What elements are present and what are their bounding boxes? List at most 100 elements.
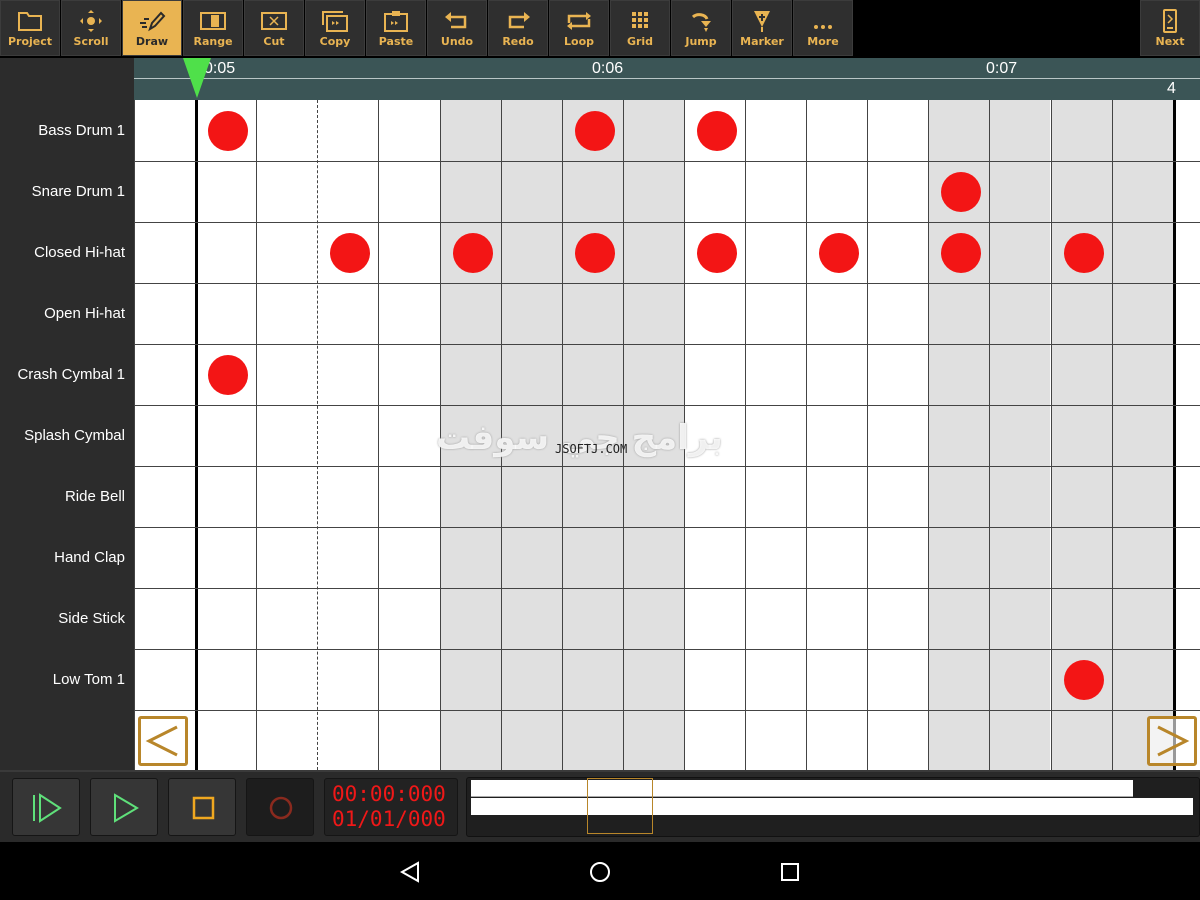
toolbar-loop-button[interactable]: Loop	[549, 0, 609, 56]
playhead-marker[interactable]	[182, 58, 212, 100]
grid-column	[256, 100, 317, 770]
grid-row-line	[134, 710, 1200, 711]
scroll-right-button[interactable]	[1147, 716, 1197, 766]
toolbar-cut-button[interactable]: Cut	[244, 0, 304, 56]
note-closed-hi-hat[interactable]	[574, 233, 615, 273]
toolbar-paste-button[interactable]: Paste	[366, 0, 426, 56]
toolbar-jump-button[interactable]: Jump	[671, 0, 731, 56]
track-label[interactable]: Low Tom 1	[53, 649, 125, 710]
toolbar-project-button[interactable]: Project	[0, 0, 60, 56]
note-bass-drum-1[interactable]	[208, 111, 249, 151]
stop-icon	[192, 796, 215, 820]
next-icon	[1163, 9, 1177, 33]
grid-row-line	[134, 283, 1200, 284]
grid-column	[806, 100, 867, 770]
toolbar-draw-button[interactable]: Draw	[122, 0, 182, 56]
overview-viewport[interactable]	[587, 778, 653, 834]
toolbar-copy-button[interactable]: Copy	[305, 0, 365, 56]
note-bass-drum-1[interactable]	[574, 111, 615, 151]
track-label[interactable]: Side Stick	[58, 588, 125, 649]
grid-icon	[632, 12, 648, 28]
track-label[interactable]: Bass Drum 1	[38, 100, 125, 161]
track-label[interactable]: Ride Bell	[65, 466, 125, 527]
toolbar-label: Copy	[319, 35, 351, 48]
time-readout: 00:00:000	[332, 782, 446, 806]
note-closed-hi-hat[interactable]	[819, 233, 860, 273]
copy-icon	[322, 11, 348, 32]
grid-column	[867, 100, 928, 770]
play-button[interactable]	[90, 778, 158, 836]
marker-icon	[754, 11, 770, 32]
time-label: 0:07	[986, 60, 1018, 77]
next-button[interactable]: Next	[1140, 0, 1200, 56]
toolbar-label: Loop	[564, 35, 594, 48]
toolbar-more-button[interactable]: More	[793, 0, 853, 56]
grid-row-line	[134, 344, 1200, 345]
toolbar-marker-button[interactable]: Marker	[732, 0, 792, 56]
note-closed-hi-hat[interactable]	[1063, 233, 1104, 273]
grid-row-line	[134, 588, 1200, 589]
toolbar-grid-button[interactable]: Grid	[610, 0, 670, 56]
note-closed-hi-hat[interactable]	[452, 233, 493, 273]
track-label[interactable]: Open Hi-hat	[44, 283, 125, 344]
undo-icon	[445, 12, 467, 29]
play-from-start-icon	[33, 793, 62, 823]
toolbar-label: Paste	[378, 35, 414, 48]
grid-row-line	[134, 466, 1200, 467]
record-button[interactable]	[246, 778, 314, 836]
grid-column	[745, 100, 806, 770]
track-label[interactable]: Crash Cymbal 1	[17, 344, 125, 405]
toolbar-label: Cut	[263, 35, 285, 48]
stop-button[interactable]	[168, 778, 236, 836]
grid-column	[1111, 100, 1173, 770]
time-label: 0:06	[592, 60, 624, 77]
bar-number: 4	[1167, 80, 1176, 97]
jump-icon	[691, 13, 711, 32]
track-label[interactable]: Closed Hi-hat	[34, 222, 125, 283]
grid-row-line	[134, 161, 1200, 162]
position-readout: 01/01/000	[332, 807, 446, 831]
grid-column	[989, 100, 1051, 770]
toolbar-redo-button[interactable]: Redo	[488, 0, 548, 56]
grid-column	[134, 100, 195, 770]
play-from-start-button[interactable]	[12, 778, 80, 836]
scroll-left-button[interactable]	[138, 716, 188, 766]
toolbar-label: Project	[7, 35, 53, 48]
note-closed-hi-hat[interactable]	[696, 233, 737, 273]
note-crash-cymbal-1[interactable]	[208, 355, 249, 395]
scroll-icon	[80, 10, 102, 32]
range-icon	[200, 12, 226, 30]
time-counter: 00:00:000 01/01/000	[324, 778, 458, 836]
toolbar-scroll-button[interactable]: Scroll	[61, 0, 121, 56]
pencil-icon	[140, 11, 166, 32]
track-label[interactable]: Splash Cymbal	[24, 405, 125, 466]
grid-row-line	[134, 222, 1200, 223]
grid-row-line	[134, 649, 1200, 650]
recents-icon[interactable]	[778, 860, 802, 884]
toolbar-label: Draw	[135, 35, 169, 48]
track-label[interactable]: Snare Drum 1	[32, 161, 125, 222]
redo-icon	[508, 12, 530, 29]
timeline-ruler[interactable]: 0:05 0:06 0:07 4	[134, 58, 1200, 100]
toolbar-label: Jump	[685, 35, 717, 48]
toolbar-label: Scroll	[73, 35, 109, 48]
toolbar-label: Marker	[740, 35, 784, 48]
grid-row-line	[134, 405, 1200, 406]
android-nav-bar	[0, 842, 1200, 900]
toolbar-undo-button[interactable]: Undo	[427, 0, 487, 56]
note-low-tom-1[interactable]	[1063, 660, 1104, 700]
record-icon	[269, 796, 293, 820]
grid-column	[317, 100, 378, 770]
toolbar-label: Redo	[502, 35, 534, 48]
paste-icon	[384, 11, 408, 32]
grid-column	[378, 100, 439, 770]
chevron-left-icon	[145, 725, 178, 757]
back-icon[interactable]	[398, 860, 422, 884]
song-overview[interactable]	[466, 777, 1200, 837]
home-icon[interactable]	[588, 860, 612, 884]
watermark-url: JSOFTJ.COM	[555, 442, 628, 456]
toolbar-range-button[interactable]: Range	[183, 0, 243, 56]
track-label[interactable]: Hand Clap	[54, 527, 125, 588]
scissors-icon	[261, 12, 287, 30]
note-bass-drum-1[interactable]	[696, 111, 737, 151]
